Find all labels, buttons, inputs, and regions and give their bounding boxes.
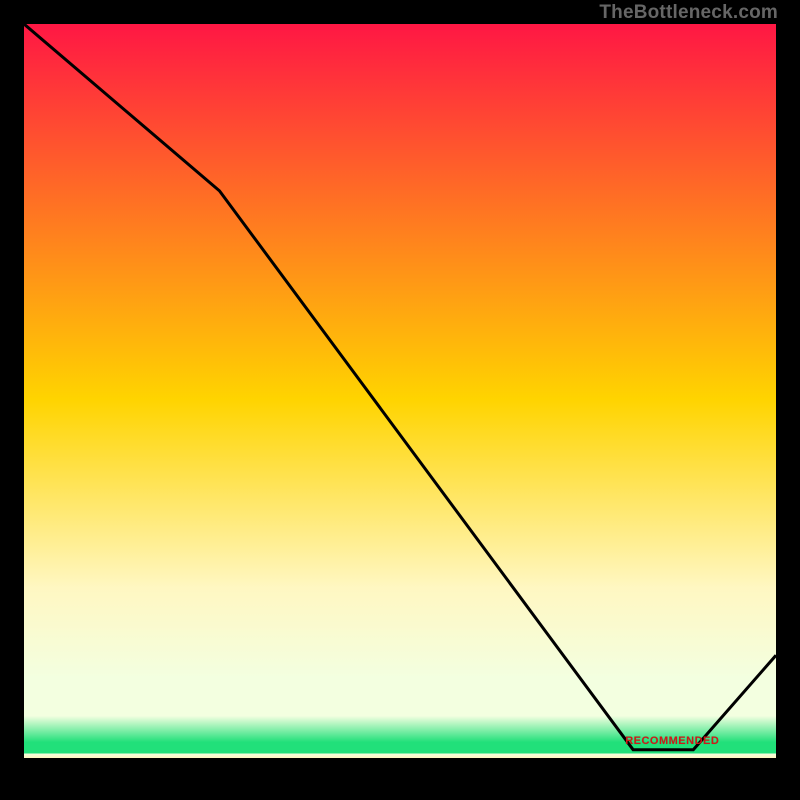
line-plot bbox=[24, 24, 776, 776]
plot-inner: RECOMMENDED bbox=[24, 24, 776, 776]
watermark-text: TheBottleneck.com bbox=[599, 2, 778, 24]
plot-area: RECOMMENDED bbox=[24, 24, 776, 776]
recommended-label: RECOMMENDED bbox=[625, 735, 719, 747]
chart-frame: TheBottleneck.com RECOMMENDED bbox=[0, 0, 800, 800]
